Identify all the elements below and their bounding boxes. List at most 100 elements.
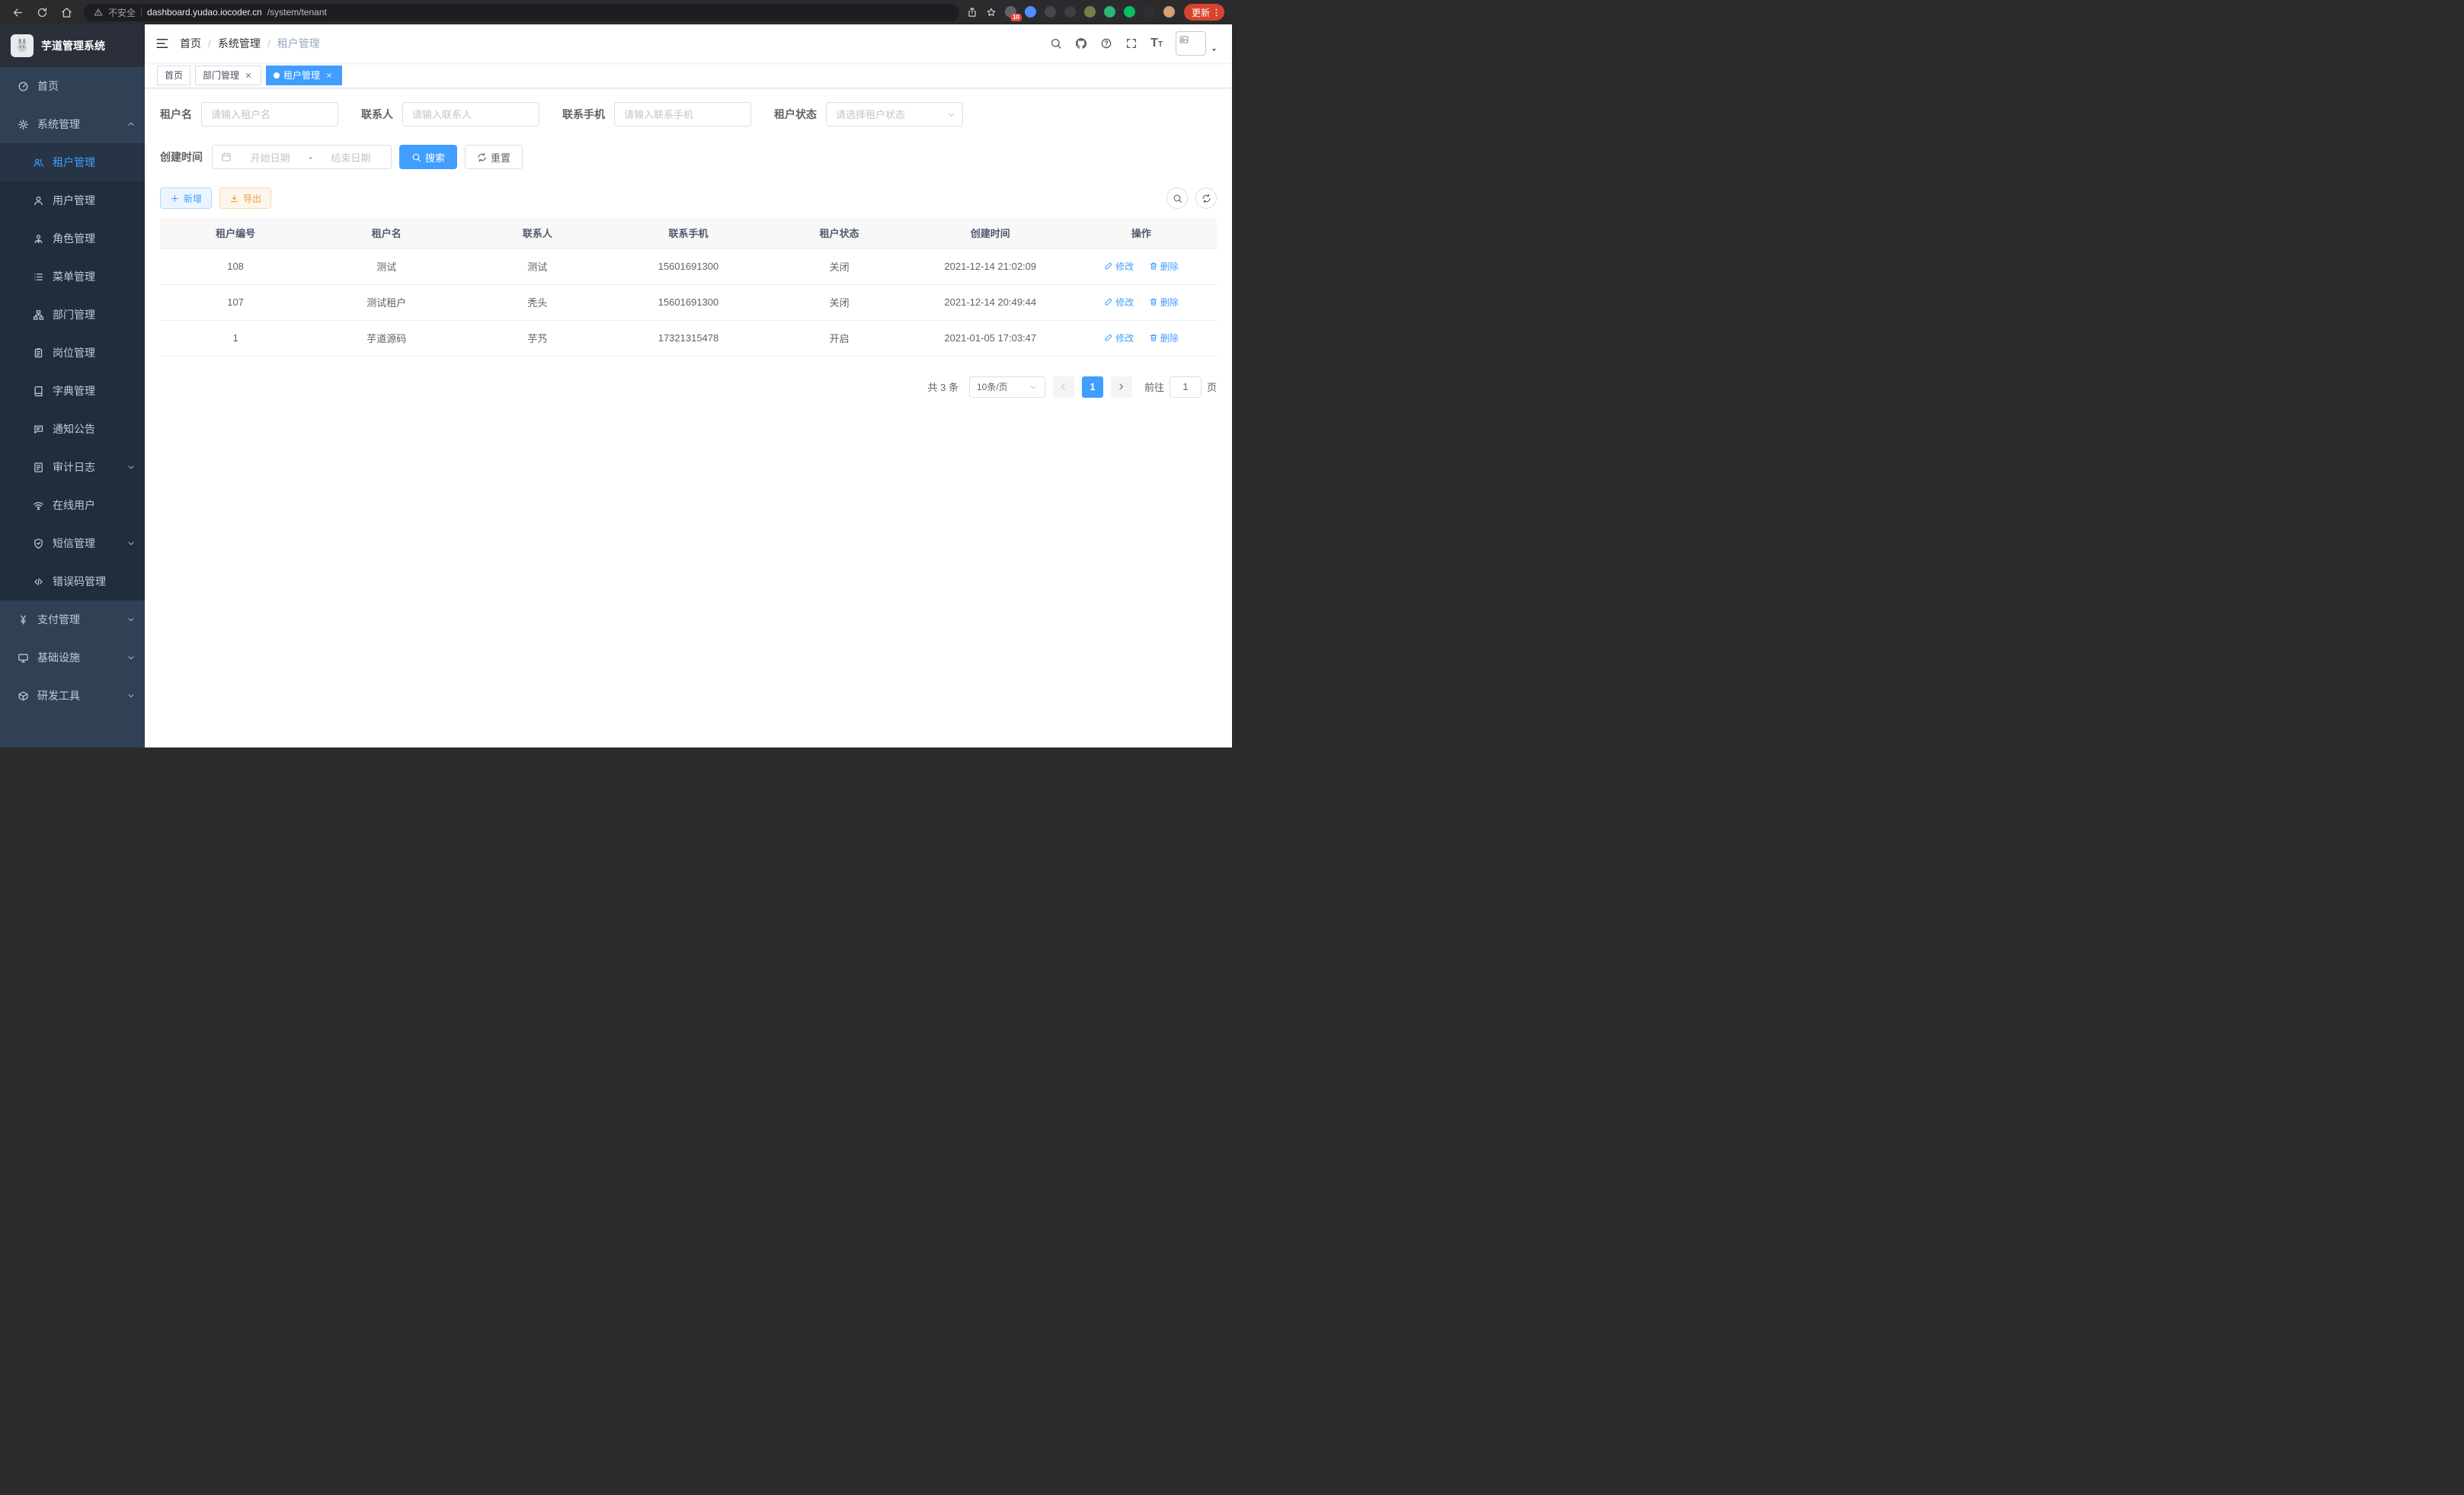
extension-icon[interactable] — [1144, 6, 1156, 18]
sidebar-item-error-code-management[interactable]: 错误码管理 — [0, 562, 145, 600]
sidebar-item-system-management[interactable]: 系统管理 — [0, 105, 145, 143]
tenant-table: 租户编号租户名联系人联系手机租户状态创建时间操作 108 测试 测试 15601… — [160, 218, 1217, 357]
breadcrumb-home[interactable]: 首页 — [180, 36, 218, 51]
toggle-search-button[interactable] — [1166, 187, 1188, 209]
column-header: 操作 — [1066, 218, 1217, 248]
delete-icon — [1149, 333, 1158, 342]
extension-icon[interactable] — [1045, 6, 1057, 18]
delete-link[interactable]: 删除 — [1149, 331, 1179, 344]
sidebar-item-menu-management[interactable]: 菜单管理 — [0, 258, 145, 296]
edit-icon — [1104, 333, 1113, 342]
page-number-button[interactable]: 1 — [1082, 376, 1103, 398]
download-icon — [229, 194, 239, 203]
close-tab-icon[interactable] — [324, 70, 334, 81]
breadcrumb-tenant-management[interactable]: 租户管理 — [277, 36, 320, 51]
security-warning-label: 不安全 — [108, 6, 136, 19]
chevron-down-icon — [126, 463, 136, 472]
sidebar-item-notice[interactable]: 通知公告 — [0, 410, 145, 448]
fullscreen-icon[interactable] — [1125, 37, 1138, 50]
breadcrumb-system-management[interactable]: 系统管理 — [218, 36, 277, 51]
sidebar-item-dict-management[interactable]: 字典管理 — [0, 372, 145, 410]
browser-update-button[interactable]: 更新 — [1184, 4, 1224, 21]
browser-home-button[interactable] — [56, 2, 76, 22]
payment-icon — [17, 614, 30, 626]
contact-person-input[interactable] — [402, 102, 539, 126]
sidebar-item-tenant-management[interactable]: 租户管理 — [0, 143, 145, 181]
extension-icon[interactable] — [1163, 6, 1176, 18]
github-icon[interactable] — [1075, 37, 1087, 50]
extension-icon[interactable] — [1124, 6, 1136, 18]
breadcrumb: 首页 系统管理 租户管理 — [180, 36, 320, 51]
cell-status: 开启 — [764, 320, 915, 356]
sidebar-item-dev-tools[interactable]: 研发工具 — [0, 677, 145, 715]
column-header: 租户状态 — [764, 218, 915, 248]
search-icon[interactable] — [1050, 37, 1062, 50]
page-size-select[interactable]: 10条/页 — [969, 376, 1045, 398]
search-button[interactable]: 搜索 — [399, 145, 457, 169]
extension-icon[interactable] — [1064, 6, 1077, 18]
jump-page-input[interactable] — [1170, 376, 1202, 398]
app-title: 芋道管理系统 — [41, 38, 105, 53]
hamburger-icon[interactable] — [155, 37, 169, 50]
extension-icon[interactable] — [1104, 6, 1116, 18]
close-tab-icon[interactable] — [243, 70, 254, 81]
tab-tenant-management[interactable]: 租户管理 — [266, 66, 342, 85]
user-avatar-menu[interactable] — [1176, 31, 1218, 56]
cell-created-time: 2021-12-14 21:02:09 — [915, 248, 1066, 284]
query-field: 租户名 — [160, 102, 338, 126]
contact-phone-input[interactable] — [614, 102, 751, 126]
date-range-picker[interactable]: 开始日期 - 结束日期 — [212, 145, 392, 169]
reset-button[interactable]: 重置 — [465, 145, 523, 169]
tenant-status-select[interactable] — [826, 102, 963, 126]
field-label: 创建时间 — [160, 149, 203, 165]
edit-link[interactable]: 修改 — [1104, 331, 1134, 344]
rabbit-logo-icon — [11, 34, 34, 57]
add-button[interactable]: 新增 — [160, 187, 212, 209]
app-logo[interactable]: 芋道管理系统 — [0, 24, 145, 67]
sidebar-item-sms-management[interactable]: 短信管理 — [0, 524, 145, 562]
browser-back-button[interactable] — [8, 2, 27, 22]
active-tab-dot — [274, 72, 280, 78]
font-size-icon[interactable]: TT — [1150, 37, 1163, 50]
sidebar-item-infrastructure[interactable]: 基础设施 — [0, 639, 145, 677]
extension-icon[interactable] — [1025, 6, 1037, 18]
sidebar-item-user-management[interactable]: 用户管理 — [0, 181, 145, 219]
sidebar-item-audit-log[interactable]: 审计日志 — [0, 448, 145, 486]
end-date-placeholder: 结束日期 — [319, 150, 382, 165]
caret-down-icon — [1029, 383, 1038, 392]
export-button[interactable]: 导出 — [219, 187, 271, 209]
sidebar-item-dept-management[interactable]: 部门管理 — [0, 296, 145, 334]
next-page-button[interactable] — [1111, 376, 1132, 398]
column-header: 创建时间 — [915, 218, 1066, 248]
address-bar[interactable]: 不安全 dashboard.yudao.iocoder.cn/system/te… — [84, 4, 959, 21]
column-header: 租户名 — [311, 218, 462, 248]
tab-dept-management[interactable]: 部门管理 — [195, 66, 261, 85]
edit-link[interactable]: 修改 — [1104, 260, 1134, 273]
edit-icon — [1104, 297, 1113, 306]
question-icon[interactable] — [1100, 37, 1112, 50]
bookmark-star-icon[interactable] — [986, 7, 997, 18]
prev-page-button[interactable] — [1053, 376, 1074, 398]
sidebar-item-role-management[interactable]: 角色管理 — [0, 219, 145, 258]
tab-home[interactable]: 首页 — [157, 66, 190, 85]
share-icon[interactable] — [967, 7, 978, 18]
tenant-name-input[interactable] — [201, 102, 338, 126]
refresh-table-button[interactable] — [1195, 187, 1217, 209]
sidebar-item-payment-management[interactable]: 支付管理 — [0, 600, 145, 639]
sidebar-item-online-users[interactable]: 在线用户 — [0, 486, 145, 524]
delete-link[interactable]: 删除 — [1149, 296, 1179, 309]
cell-tenant-name: 测试租户 — [311, 284, 462, 320]
column-header: 联系手机 — [613, 218, 763, 248]
extension-icon[interactable] — [1084, 6, 1096, 18]
cell-status: 关闭 — [764, 284, 915, 320]
cell-created-time: 2021-12-14 20:49:44 — [915, 284, 1066, 320]
edit-link[interactable]: 修改 — [1104, 296, 1134, 309]
sidebar-item-post-management[interactable]: 岗位管理 — [0, 334, 145, 372]
sidebar-item-home[interactable]: 首页 — [0, 67, 145, 105]
delete-link[interactable]: 删除 — [1149, 260, 1179, 273]
browser-reload-button[interactable] — [32, 2, 52, 22]
menu-list-icon — [32, 271, 45, 283]
refresh-icon — [1202, 194, 1211, 203]
extension-icon[interactable]: 10 — [1005, 6, 1017, 18]
update-label: 更新 — [1192, 6, 1210, 19]
